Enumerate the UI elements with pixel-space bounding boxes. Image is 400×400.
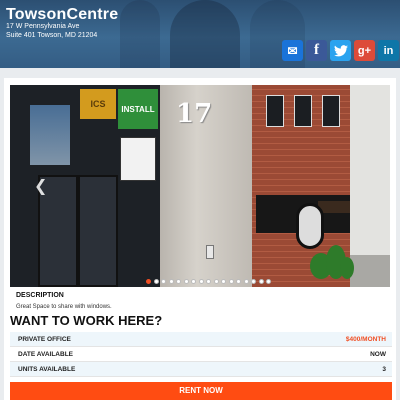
slide-dot[interactable]: [198, 279, 204, 284]
slide-indicators: [146, 279, 271, 284]
shrub: [340, 257, 354, 279]
background-figure: [170, 0, 240, 68]
date-available-value: NOW: [370, 350, 386, 358]
slide-dot[interactable]: [251, 279, 256, 284]
property-photo[interactable]: ICS INSTALL 17: [10, 85, 390, 287]
table-row: UNITS AVAILABLE 3: [10, 362, 392, 377]
intercom: [206, 245, 214, 259]
google-plus-icon[interactable]: g+: [354, 40, 375, 61]
slide-dot[interactable]: [176, 279, 181, 284]
slide-dot[interactable]: [243, 279, 249, 284]
slide-dot[interactable]: [191, 279, 196, 284]
row-label-date-available: DATE AVAILABLE: [18, 350, 74, 358]
background-figure: [120, 0, 160, 68]
listing-details-table: PRIVATE OFFICE $400/MONTH DATE AVAILABLE…: [10, 332, 392, 377]
description-label: DESCRIPTION: [16, 292, 64, 299]
address-line-2: Suite 401 Towson, MD 21204: [6, 32, 98, 39]
units-available-value: 3: [382, 365, 386, 373]
email-icon[interactable]: ✉: [282, 40, 303, 61]
description-text: Great Space to share with windows.: [16, 304, 112, 310]
slide-dot[interactable]: [266, 279, 271, 284]
facebook-icon[interactable]: f: [306, 40, 327, 61]
door-right: [78, 175, 118, 287]
social-links: ✉ f g+ in: [282, 40, 399, 61]
yellow-sign: ICS: [80, 89, 116, 119]
green-sign: INSTALL: [118, 89, 158, 129]
header-banner: TowsonCentre 17 W Pennsylvania Ave Suite…: [0, 0, 400, 68]
slide-dot[interactable]: [153, 279, 159, 284]
twitter-icon[interactable]: [330, 40, 351, 61]
slide-dot[interactable]: [161, 279, 166, 284]
linkedin-icon[interactable]: in: [378, 40, 399, 61]
slide-dot[interactable]: [206, 279, 211, 284]
price-value: $400/MONTH: [345, 335, 386, 343]
door-poster: [120, 137, 156, 181]
slide-dot[interactable]: [258, 279, 264, 284]
listing-headline: WANT TO WORK HERE?: [10, 313, 163, 328]
slide-dot[interactable]: [221, 279, 226, 284]
previous-slide-arrow[interactable]: ❮: [34, 176, 47, 195]
table-row: PRIVATE OFFICE $400/MONTH: [10, 332, 392, 347]
slide-dot[interactable]: [228, 279, 234, 284]
window: [266, 95, 284, 127]
slide-dot[interactable]: [168, 279, 174, 284]
table-row: DATE AVAILABLE NOW: [10, 347, 392, 362]
round-sign: [296, 203, 324, 249]
address-line-1: 17 W Pennsylvania Ave: [6, 23, 80, 30]
sidewalk: [350, 255, 390, 287]
window: [322, 95, 340, 127]
row-label-units-available: UNITS AVAILABLE: [18, 365, 76, 373]
slide-dot[interactable]: [236, 279, 241, 284]
row-label-private-office: PRIVATE OFFICE: [18, 335, 71, 343]
rent-now-button[interactable]: RENT NOW: [10, 382, 392, 400]
window: [294, 95, 312, 127]
window-reflection: [30, 105, 70, 165]
slide-dot[interactable]: [183, 279, 189, 284]
building-number: 17: [176, 99, 213, 129]
slide-dot[interactable]: [213, 279, 219, 284]
slide-dot[interactable]: [146, 279, 151, 284]
site-title[interactable]: TowsonCentre: [6, 6, 118, 24]
